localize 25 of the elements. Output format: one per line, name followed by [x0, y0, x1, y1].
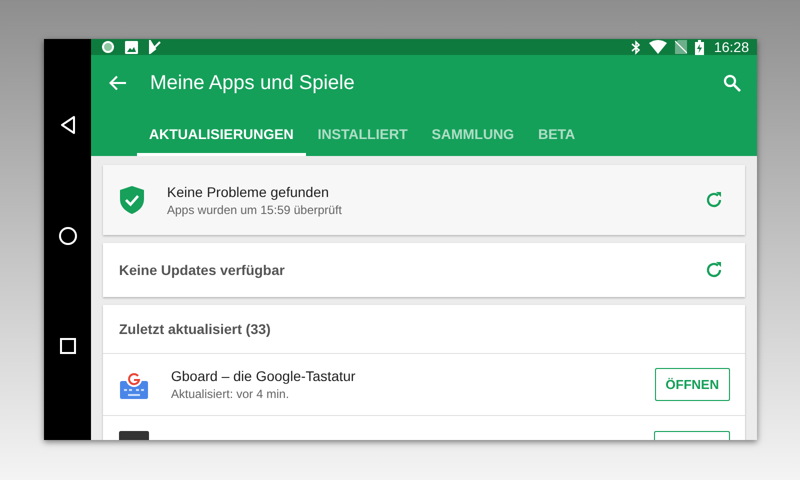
bluetooth-icon	[630, 40, 641, 54]
security-status-subtitle: Apps wurden um 15:59 überprüft	[167, 202, 343, 216]
recents-icon[interactable]	[58, 336, 76, 354]
wifi-icon	[648, 40, 667, 54]
app-update-status: Aktualisiert: vor 4 min.	[171, 387, 290, 401]
search-icon[interactable]	[723, 74, 741, 92]
refresh-icon[interactable]	[705, 191, 723, 209]
tab[interactable]: SAMMLUNG	[420, 111, 526, 156]
circle-icon	[101, 40, 115, 54]
updates-status: Keine Updates verfügbar	[119, 262, 286, 278]
tab[interactable]: AKTUALISIERUNGEN	[137, 111, 306, 156]
sim-icon	[674, 40, 687, 54]
section-header: Zuletzt aktualisiert (33)	[119, 321, 272, 337]
refresh-icon[interactable]	[705, 261, 723, 279]
open-button[interactable]: ÖFFNEN	[654, 368, 730, 401]
shield-check-icon	[119, 185, 145, 215]
back-arrow-icon[interactable]	[109, 75, 127, 91]
security-status-title: Keine Probleme gefunden	[167, 184, 330, 200]
app-bar-title: Meine Apps und Spiele	[150, 72, 356, 94]
home-icon[interactable]	[58, 226, 78, 246]
app-name: Gboard – die Google-Tastatur	[171, 368, 356, 384]
tab[interactable]: BETA	[526, 111, 588, 156]
back-icon[interactable]	[58, 114, 76, 134]
clock-time: 16:28	[714, 39, 749, 55]
tab[interactable]: INSTALLIERT	[306, 111, 420, 156]
